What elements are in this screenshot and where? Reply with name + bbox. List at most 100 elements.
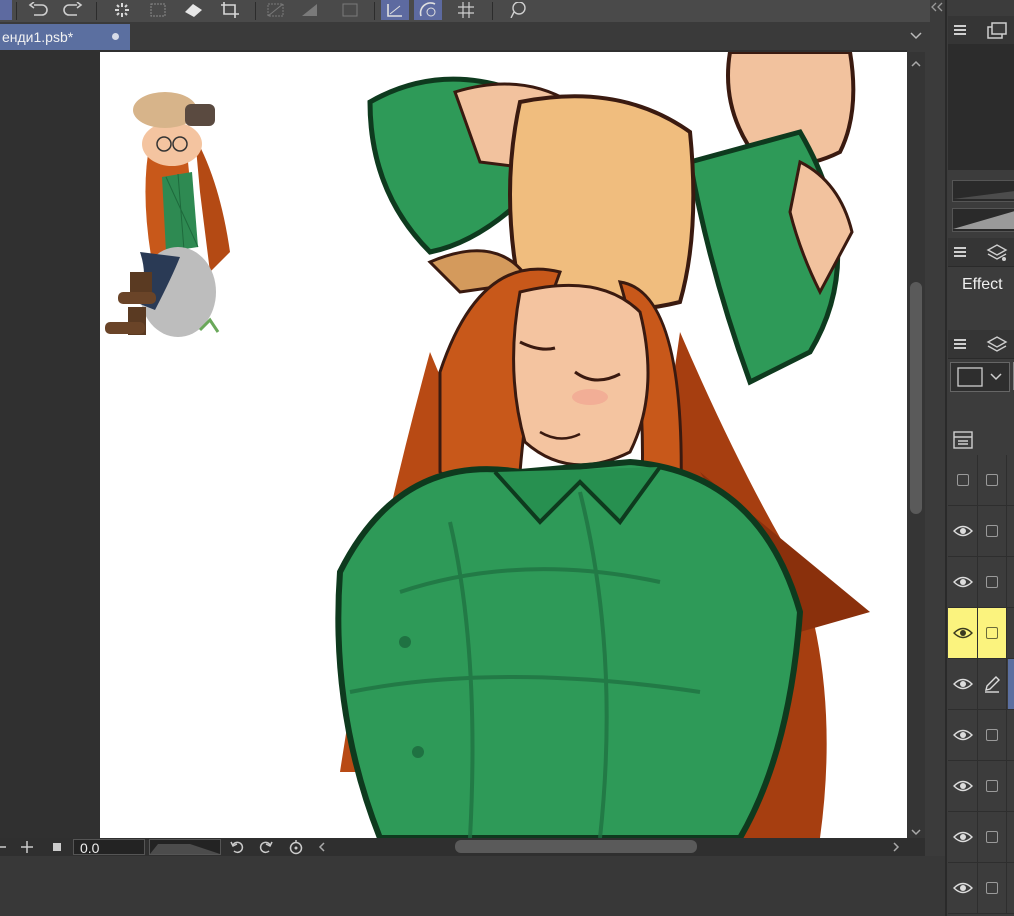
tab-close-dot-icon[interactable] xyxy=(112,33,119,40)
eye-icon xyxy=(952,882,973,894)
horizontal-scroll-thumb[interactable] xyxy=(455,840,697,853)
rotation-slider[interactable] xyxy=(149,839,221,855)
reset-rotation-icon[interactable] xyxy=(288,839,304,855)
layer-visibility-toggle[interactable] xyxy=(948,710,978,760)
layer-visibility-toggle[interactable] xyxy=(948,557,978,607)
layer-mask-icon[interactable] xyxy=(336,0,364,20)
layer-lock-toggle[interactable] xyxy=(978,506,1007,556)
layer-visibility-toggle[interactable] xyxy=(948,506,978,556)
layer-row[interactable] xyxy=(948,812,1014,863)
scroll-up-icon[interactable] xyxy=(910,56,922,74)
checkbox-icon xyxy=(986,780,998,792)
snap-ruler-icon[interactable] xyxy=(381,0,409,20)
eye-icon xyxy=(952,576,973,588)
layers-icon[interactable] xyxy=(986,335,1008,360)
layer-row[interactable] xyxy=(948,710,1014,761)
checkbox-icon xyxy=(986,882,998,894)
top-toolbar xyxy=(0,0,930,23)
zoom-out-icon[interactable] xyxy=(0,839,8,855)
checkbox-icon xyxy=(986,474,998,486)
layer-row[interactable] xyxy=(948,659,1014,710)
collapse-panel-icon[interactable] xyxy=(930,0,944,14)
layer-visibility-toggle[interactable] xyxy=(948,812,978,862)
drawing-canvas[interactable] xyxy=(100,52,907,838)
menu-icon[interactable] xyxy=(954,25,966,35)
layer-lock-toggle[interactable] xyxy=(978,455,1007,505)
zoom-angle-input[interactable]: 0.0 xyxy=(73,839,145,856)
layer-panel-header[interactable] xyxy=(948,330,1014,359)
loading-icon[interactable] xyxy=(108,0,136,20)
checkbox-icon xyxy=(986,525,998,537)
eye-icon xyxy=(952,627,973,639)
layer-visibility-toggle[interactable] xyxy=(948,608,978,658)
layer-effect-icon[interactable] xyxy=(986,243,1008,268)
document-tab[interactable]: енди1.psb* xyxy=(0,24,130,50)
main-character xyxy=(335,52,870,838)
brush-density-slider[interactable] xyxy=(952,208,1014,232)
chevron-down-icon[interactable] xyxy=(908,26,924,44)
checkbox-icon xyxy=(986,627,998,639)
layer-lock-toggle[interactable] xyxy=(978,761,1007,811)
artwork-illustration xyxy=(105,52,870,838)
eye-icon xyxy=(952,729,973,741)
layer-row[interactable] xyxy=(948,506,1014,557)
eye-icon xyxy=(952,525,973,537)
scroll-left-icon[interactable] xyxy=(316,839,328,855)
layer-visibility-toggle[interactable] xyxy=(948,761,978,811)
eye-icon xyxy=(952,780,973,792)
reference-thumbnail xyxy=(105,92,230,337)
layer-lock-toggle[interactable] xyxy=(978,710,1007,760)
checkbox-icon xyxy=(986,729,998,741)
layer-row[interactable] xyxy=(948,761,1014,812)
rotate-right-icon[interactable] xyxy=(258,839,274,855)
status-area xyxy=(0,856,945,916)
layer-row[interactable] xyxy=(948,557,1014,608)
layer-visibility-toggle[interactable] xyxy=(948,455,978,505)
selection-clear-icon[interactable] xyxy=(262,0,290,20)
active-layer-indicator xyxy=(1008,659,1014,709)
navigator-preview[interactable] xyxy=(948,44,1014,170)
align-grid-icon[interactable] xyxy=(452,0,480,20)
menu-icon[interactable] xyxy=(954,247,966,257)
layer-row-selected[interactable] xyxy=(948,608,1014,659)
transform-icon[interactable] xyxy=(144,0,172,20)
layer-lock-toggle[interactable] xyxy=(978,863,1007,913)
navigator-icon[interactable] xyxy=(986,22,1008,45)
effect-panel-header[interactable] xyxy=(948,238,1014,267)
layer-visibility-toggle[interactable] xyxy=(948,863,978,913)
layer-property-icon[interactable] xyxy=(952,430,974,455)
eye-icon xyxy=(952,831,973,843)
layer-lock-toggle[interactable] xyxy=(978,608,1007,658)
scroll-right-icon[interactable] xyxy=(890,839,902,855)
checkbox-icon xyxy=(986,831,998,843)
checkbox-icon xyxy=(956,474,969,486)
selection-invert-icon[interactable] xyxy=(296,0,324,20)
menu-icon[interactable] xyxy=(954,339,966,349)
crop-icon[interactable] xyxy=(216,0,244,20)
vertical-scroll-thumb[interactable] xyxy=(910,282,922,514)
pen-icon xyxy=(985,676,1000,693)
layer-edit-toggle[interactable] xyxy=(978,659,1007,709)
brush-size-slider[interactable] xyxy=(952,180,1014,202)
eraser-icon[interactable] xyxy=(180,0,208,20)
layer-lock-toggle[interactable] xyxy=(978,557,1007,607)
stop-icon[interactable] xyxy=(49,839,65,855)
layer-row[interactable] xyxy=(948,455,1014,506)
toolbar-separator xyxy=(96,2,97,20)
rotate-left-icon[interactable] xyxy=(229,839,245,855)
speech-bubble-icon[interactable] xyxy=(504,0,532,20)
tool-button-partial[interactable] xyxy=(0,0,12,20)
layer-row[interactable] xyxy=(948,863,1014,914)
layer-lock-toggle[interactable] xyxy=(978,812,1007,862)
redo-icon[interactable] xyxy=(58,0,86,20)
layer-visibility-toggle[interactable] xyxy=(948,659,978,709)
blend-mode-dropdown[interactable] xyxy=(950,362,1010,392)
snap-curve-icon[interactable] xyxy=(414,0,442,20)
zoom-in-icon[interactable] xyxy=(19,839,35,855)
navigator-panel-header[interactable] xyxy=(948,16,1014,45)
toolbar-separator xyxy=(255,2,256,20)
checkbox-icon xyxy=(986,576,998,588)
effect-label: Effect xyxy=(962,276,1003,293)
undo-icon[interactable] xyxy=(25,0,53,20)
toolbar-separator xyxy=(492,2,493,20)
